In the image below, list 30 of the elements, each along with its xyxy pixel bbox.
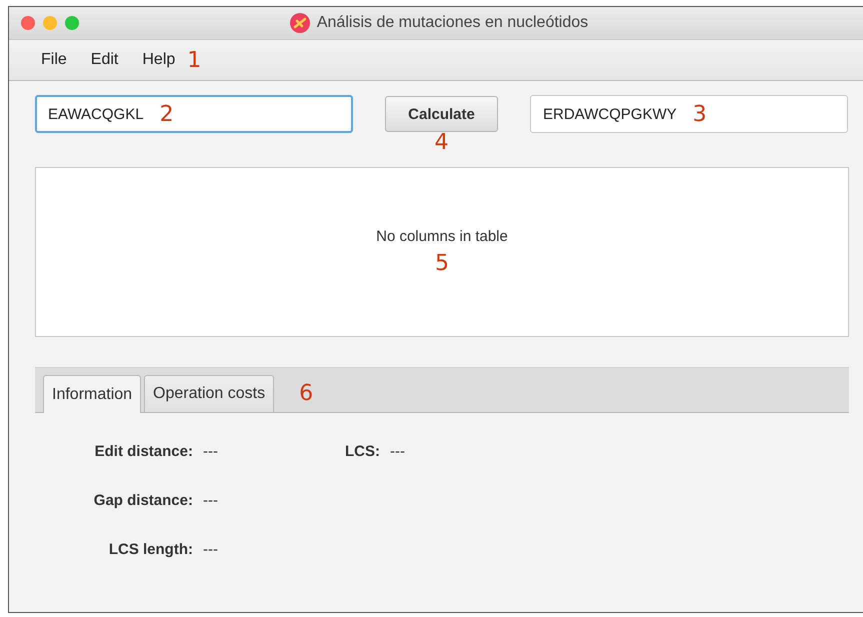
info-value: --- [203,492,218,509]
tab[interactable]: Information [43,375,142,413]
window-control-icon[interactable] [43,16,57,30]
annotation-number: 4 [434,130,448,155]
annotation-number: 2 [160,102,174,126]
annotation-number: 6 [299,380,314,406]
empty-table-message: No columns in table [376,228,508,245]
tab[interactable]: Operation costs [144,375,274,412]
app-icon [288,12,311,34]
window-control-icon[interactable] [21,16,35,30]
info-label: Gap distance: [92,492,193,509]
info-value: --- [390,443,405,460]
menu-item[interactable]: Edit [78,51,130,69]
field-value: EAWACQGKL [48,106,144,122]
info-label: LCS: [345,443,380,460]
sequence-field[interactable]: EAWACQGKL 2 [35,95,353,133]
info-label: Edit distance: [94,443,193,460]
window-title: Análisis de mutaciones en nucleótidos [316,14,588,32]
menu-item[interactable]: Help [130,51,188,69]
info-label: LCS length: [108,541,193,558]
sequence-field[interactable]: ERDAWCQPGKWY 3 [530,95,848,133]
info-value: --- [203,443,218,460]
field-value: ERDAWCQPGKWY [543,106,677,122]
info-value: --- [203,541,218,558]
calculate-button[interactable]: Calculate [385,96,498,132]
menu-item[interactable]: File [29,51,79,69]
window-control-icon[interactable] [65,16,79,30]
annotation-number: 5 [435,251,449,276]
annotation-number: 1 [187,48,202,72]
annotation-number: 3 [692,102,707,126]
